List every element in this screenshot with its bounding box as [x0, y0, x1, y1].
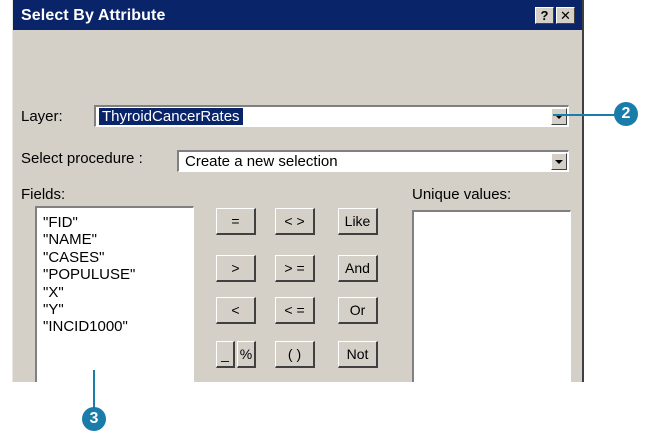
less-equal-button[interactable]: < = [275, 297, 315, 324]
not-equal-button[interactable]: < > [275, 208, 315, 235]
layer-value: ThyroidCancerRates [98, 107, 244, 126]
callout-leader-line [553, 114, 615, 116]
percent-button[interactable]: % [237, 341, 256, 368]
parentheses-button[interactable]: ( ) [275, 341, 315, 368]
greater-equal-button[interactable]: > = [275, 255, 315, 282]
select-procedure-label: Select procedure : [21, 150, 143, 167]
title-bar[interactable]: Select By Attribute ? ✕ [13, 0, 582, 30]
fields-list[interactable]: "FID" "NAME" "CASES" "POPULUSE" "X" "Y" … [35, 206, 194, 382]
layer-dropdown[interactable]: ThyroidCancerRates [94, 105, 569, 127]
chevron-down-icon[interactable] [551, 108, 567, 125]
like-button[interactable]: Like [338, 208, 378, 235]
select-procedure-value: Create a new selection [185, 153, 338, 170]
close-button[interactable]: ✕ [556, 7, 575, 24]
layer-label: Layer: [21, 108, 63, 125]
fields-label: Fields: [21, 186, 66, 203]
help-button[interactable]: ? [535, 7, 554, 24]
list-item[interactable]: "CASES" [37, 249, 193, 266]
less-than-button[interactable]: < [216, 297, 256, 324]
callout-leader-line [93, 370, 95, 410]
not-button[interactable]: Not [338, 341, 378, 368]
callout-step-3: 3 [82, 407, 106, 431]
chevron-down-icon[interactable] [551, 153, 567, 170]
and-button[interactable]: And [338, 255, 378, 282]
or-button[interactable]: Or [338, 297, 378, 324]
callout-step-2: 2 [614, 102, 638, 126]
select-procedure-dropdown[interactable]: Create a new selection [177, 150, 569, 172]
unique-values-list[interactable] [412, 210, 571, 382]
equals-button[interactable]: = [216, 208, 256, 235]
list-item[interactable]: "POPULUSE" [37, 266, 193, 283]
select-by-attribute-dialog: Select By Attribute ? ✕ Layer: ThyroidCa… [12, 0, 584, 382]
list-item[interactable]: "INCID1000" [37, 318, 193, 335]
list-item[interactable]: "NAME" [37, 231, 193, 248]
underscore-button[interactable]: _ [216, 341, 235, 368]
greater-than-button[interactable]: > [216, 255, 256, 282]
dialog-title: Select By Attribute [21, 7, 166, 24]
unique-values-label: Unique values: [412, 186, 512, 203]
list-item[interactable]: "Y" [37, 301, 193, 318]
list-item[interactable]: "FID" [37, 214, 193, 231]
list-item[interactable]: "X" [37, 284, 193, 301]
